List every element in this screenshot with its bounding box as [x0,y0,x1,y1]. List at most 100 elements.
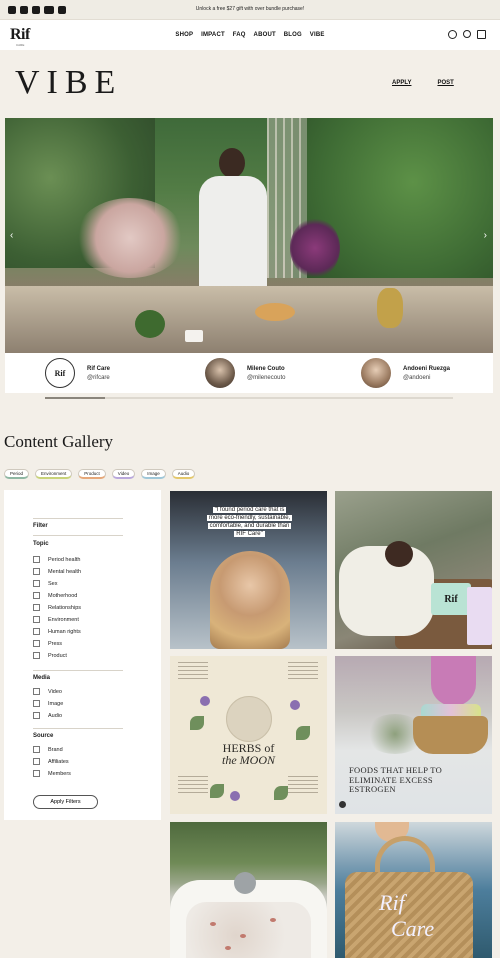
profile-name: Rif Care [87,365,111,372]
gallery-tile-woman-table[interactable]: Rif [335,491,492,649]
gallery-chips: Period Environment Product Video Image A… [4,469,196,479]
tote-bag [345,872,473,958]
nav-menu: SHOP IMPACT FAQ ABOUT BLOG VIBE [0,32,500,38]
source-option[interactable]: Brand [33,746,63,753]
profile-name: Andoeni Ruezga [403,365,451,372]
tote-script-2: Care [391,916,435,941]
account-icon[interactable] [448,30,457,39]
nav-faq[interactable]: FAQ [233,32,246,38]
carousel-next-icon[interactable]: › [484,230,487,241]
checkbox[interactable] [33,712,40,719]
watermelon [135,310,165,338]
chip-product[interactable]: Product [78,469,106,479]
source-option[interactable]: Members [33,770,71,777]
checkbox[interactable] [33,640,40,647]
profile-handle: @milenecouto [247,374,286,381]
tile-foods-caption: FOODS THAT HELP TO ELIMINATE EXCESS ESTR… [349,765,443,794]
gallery-tile-foods[interactable]: FOODS THAT HELP TO ELIMINATE EXCESS ESTR… [335,656,492,814]
header-links: APPLY POST [392,80,454,86]
profile-handle: @andoeni [403,374,431,381]
checkbox[interactable] [33,770,40,777]
topic-option[interactable]: Relationships [33,604,81,611]
profiles-scrollbar[interactable] [45,397,453,399]
avatar: Rif [45,358,75,388]
source-heading: Source [33,733,54,739]
topic-option[interactable]: Mental health [33,568,81,575]
media-option[interactable]: Video [33,688,62,695]
nav-shop[interactable]: SHOP [175,32,193,38]
profile-handle: @rifcare [87,374,110,381]
gallery-tile-bathtub[interactable] [170,822,327,958]
filter-panel: Filter Topic Period health Mental health… [4,490,161,820]
nav-icons [448,30,486,39]
post-link[interactable]: POST [437,80,453,86]
checkbox[interactable] [33,628,40,635]
announcement-text[interactable]: Unlock a free $27 gift with over bundle … [0,6,500,12]
checkbox[interactable] [33,580,40,587]
profile-name: Milene Couto [247,365,285,372]
checkbox[interactable] [33,556,40,563]
announcement-bar: Unlock a free $27 gift with over bundle … [0,0,500,20]
checkbox[interactable] [33,652,40,659]
main-nav: Rif CARE SHOP IMPACT FAQ ABOUT BLOG VIBE [0,20,500,50]
checkbox[interactable] [33,700,40,707]
checkbox[interactable] [33,604,40,611]
table [5,286,493,353]
tile-herbs-title-2: the MOON [222,753,275,767]
chip-audio[interactable]: Audio [171,469,196,479]
chip-period[interactable]: Period [4,469,30,479]
chip-video[interactable]: Video [111,469,136,479]
topic-option[interactable]: Sex [33,580,57,587]
profile-rif-care[interactable]: Rif Rif Care @rifcare [45,358,110,388]
checkbox[interactable] [33,688,40,695]
filter-title: Filter [33,523,48,529]
gallery-tile-quote[interactable]: "I found period care that is more eco-fr… [170,491,327,649]
topic-option[interactable]: Human rights [33,628,81,635]
profiles-strip: Rif Rif Care @rifcare Milene Couto @mile… [5,353,493,393]
teacup [185,330,203,342]
profile-milene-couto[interactable]: Milene Couto @milenecouto [205,358,285,388]
chip-environment[interactable]: Environment [35,469,73,479]
topic-option[interactable]: Period health [33,556,80,563]
moon-illustration [226,696,272,742]
product-pack: Rif [431,583,471,615]
checkbox[interactable] [33,568,40,575]
pineapple [377,288,403,328]
avatar [205,358,235,388]
media-heading: Media [33,675,51,681]
gallery-tile-herbs-moon[interactable]: HERBS of the MOON [170,656,327,814]
flowers-left [75,198,185,278]
gallery-tile-tote-bag[interactable]: Rif Care [335,822,492,958]
tile-quote-text: "I found period care that is more eco-fr… [207,507,293,537]
topic-option[interactable]: Product [33,652,67,659]
faucet [234,872,256,894]
checkbox[interactable] [33,746,40,753]
apply-filters-button[interactable]: Apply Filters [33,795,98,809]
nav-about[interactable]: ABOUT [254,32,276,38]
nav-impact[interactable]: IMPACT [201,32,225,38]
scrollbar-thumb[interactable] [45,397,105,399]
media-option[interactable]: Image [33,700,63,707]
page-title: VIBE [15,64,123,101]
nav-vibe[interactable]: VIBE [310,32,325,38]
cart-icon[interactable] [477,30,486,39]
brand-logo-sub: CARE [16,43,25,47]
checkbox[interactable] [33,616,40,623]
chip-image[interactable]: Image [141,469,166,479]
carousel-prev-icon[interactable]: ‹ [10,230,13,241]
search-icon[interactable] [463,30,471,38]
tote-script: Rif [379,890,405,915]
flowers-right [290,218,340,278]
bread [255,303,295,321]
apply-link[interactable]: APPLY [392,80,411,86]
media-option[interactable]: Audio [33,712,62,719]
nav-blog[interactable]: BLOG [284,32,302,38]
topic-option[interactable]: Environment [33,616,79,623]
source-option[interactable]: Affiliates [33,758,69,765]
checkbox[interactable] [33,758,40,765]
hero-image: ‹ › [5,118,493,353]
topic-option[interactable]: Motherhood [33,592,77,599]
profile-andoeni-ruezga[interactable]: Andoeni Ruezga @andoeni [361,358,450,388]
checkbox[interactable] [33,592,40,599]
topic-option[interactable]: Press [33,640,62,647]
